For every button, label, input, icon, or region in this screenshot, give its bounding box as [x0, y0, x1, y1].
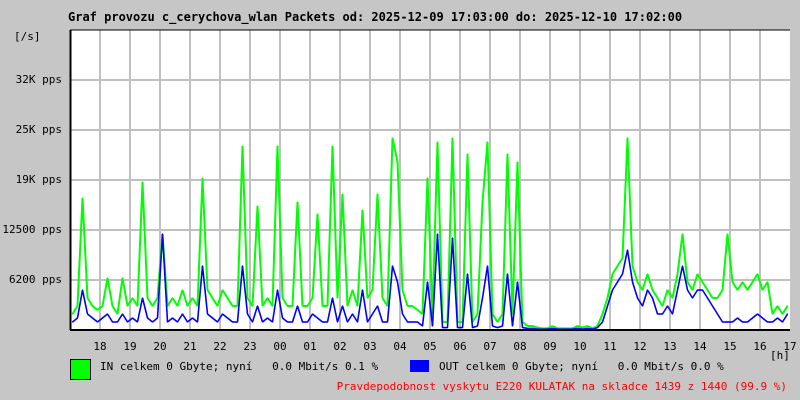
x-tick-label: 09	[543, 340, 557, 353]
out-legend-label: OUT celkem 0 Gbyte; nyní 0.0 Mbit/s 0.0 …	[439, 360, 724, 373]
x-tick-label: 00	[273, 340, 287, 353]
x-tick-label: 08	[513, 340, 527, 353]
x-tick-label: 01	[303, 340, 317, 353]
in-legend-swatch	[70, 359, 91, 380]
x-tick-label: 02	[333, 340, 347, 353]
x-tick-label: 19	[123, 340, 137, 353]
y-tick-label: 12500 pps	[2, 223, 62, 236]
x-tick-label: 13	[663, 340, 677, 353]
out-point	[786, 313, 789, 315]
probability-note: Pravdepodobnost vyskytu E220 KULATAK na …	[336, 380, 787, 393]
out-legend-swatch	[410, 360, 429, 372]
y-tick-label: 19K pps	[15, 173, 62, 186]
x-tick-label: 22	[213, 340, 227, 353]
x-tick-label: 11	[603, 340, 617, 353]
y-tick-label: 6200 pps	[9, 273, 62, 286]
x-tick-label: 03	[363, 340, 377, 353]
x-tick-label: 15	[723, 340, 737, 353]
x-tick-label: 07	[483, 340, 497, 353]
x-tick-label: 20	[153, 340, 167, 353]
in-segment	[537, 326, 543, 330]
x-tick-label: 21	[183, 340, 197, 353]
out-segment	[522, 326, 528, 330]
x-tick-label: 06	[453, 340, 467, 353]
x-tick-label: 04	[393, 340, 407, 353]
y-tick-label: 25K pps	[15, 123, 62, 136]
x-tick-label: 23	[243, 340, 257, 353]
y-tick-label: 32K pps	[15, 73, 62, 86]
x-tick-label: 14	[693, 340, 707, 353]
in-point	[786, 305, 789, 307]
x-axis-unit: [h]	[770, 349, 790, 362]
x-tick-label: 18	[93, 340, 107, 353]
x-tick-label: 10	[573, 340, 587, 353]
in-legend-label: IN celkem 0 Gbyte; nyní 0.0 Mbit/s 0.1 %	[100, 360, 379, 373]
x-tick-label: 12	[633, 340, 647, 353]
x-tick-label: 05	[423, 340, 437, 353]
